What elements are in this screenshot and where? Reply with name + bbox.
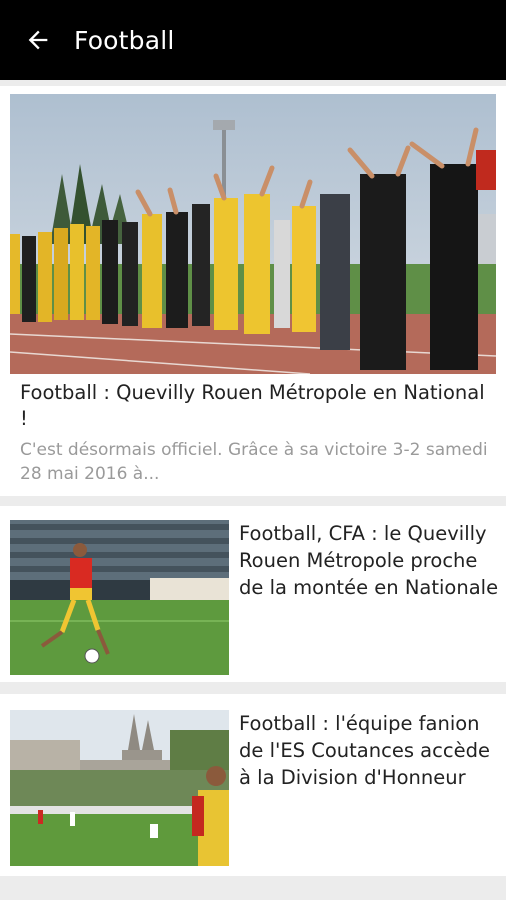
article-title[interactable]: Football, CFA : le Quevilly Rouen Métrop… bbox=[239, 520, 501, 601]
page-title: Football bbox=[74, 26, 175, 55]
arrow-left-icon bbox=[24, 26, 52, 54]
featured-article-card[interactable]: Football : Quevilly Rouen Métropole en N… bbox=[0, 86, 506, 496]
article-thumbnail bbox=[10, 710, 229, 866]
featured-article-excerpt: C'est désormais officiel. Grâce à sa vic… bbox=[20, 438, 496, 486]
list-item[interactable]: Football, CFA : le Quevilly Rouen Métrop… bbox=[0, 506, 506, 682]
back-button[interactable] bbox=[12, 14, 64, 66]
featured-article-title[interactable]: Football : Quevilly Rouen Métropole en N… bbox=[20, 380, 496, 432]
article-title[interactable]: Football : l'équipe fanion de l'ES Couta… bbox=[239, 710, 501, 791]
featured-article-image bbox=[10, 94, 496, 374]
article-thumbnail bbox=[10, 520, 229, 675]
list-item[interactable]: Football : l'équipe fanion de l'ES Couta… bbox=[0, 694, 506, 876]
app-bar: Football bbox=[0, 0, 506, 80]
